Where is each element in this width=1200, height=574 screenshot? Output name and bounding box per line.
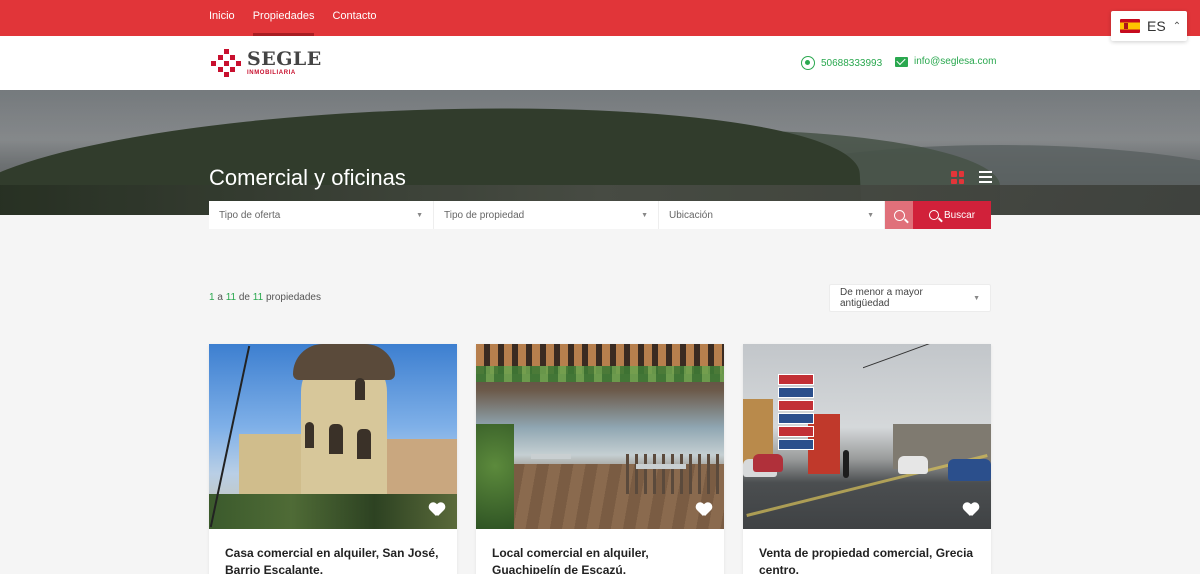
- sort-select[interactable]: De menor a mayor antigüedad ▼: [829, 284, 991, 312]
- top-navbar: [0, 0, 1200, 36]
- results-from: 1: [209, 292, 215, 303]
- logo-name: SEGLE: [247, 48, 322, 70]
- property-title[interactable]: Casa comercial en alquiler, San José, Ba…: [209, 529, 457, 574]
- advanced-search-button[interactable]: [885, 201, 913, 229]
- search-bar: Tipo de oferta ▼ Tipo de propiedad ▼ Ubi…: [209, 201, 991, 229]
- whatsapp-icon: [801, 56, 815, 70]
- favorite-heart-icon[interactable]: [696, 503, 712, 517]
- page-title: Comercial y oficinas: [209, 165, 406, 190]
- caret-down-icon: ▼: [973, 294, 980, 302]
- property-type-label: Tipo de propiedad: [444, 209, 525, 221]
- results-suffix: propiedades: [265, 292, 321, 303]
- property-card[interactable]: Local comercial en alquiler, Guachipelín…: [476, 344, 724, 574]
- property-title[interactable]: Venta de propiedad comercial, Grecia cen…: [743, 529, 991, 574]
- property-image[interactable]: [209, 344, 457, 529]
- offer-type-select[interactable]: Tipo de oferta ▼: [209, 201, 434, 229]
- favorite-heart-icon[interactable]: [429, 503, 445, 517]
- email-contact[interactable]: info@seglesa.com: [895, 56, 996, 67]
- grid-view-icon[interactable]: [951, 171, 964, 184]
- phone-contact[interactable]: 50688333993: [801, 56, 882, 70]
- location-select[interactable]: Ubicación ▼: [659, 201, 885, 229]
- email-address: info@seglesa.com: [914, 56, 997, 67]
- nav-contacto[interactable]: Contacto: [332, 0, 376, 36]
- location-label: Ubicación: [669, 209, 713, 221]
- zoom-search-icon: [893, 209, 905, 221]
- logo[interactable]: SEGLE INMOBILIARIA: [211, 49, 322, 77]
- spain-flag-icon: [1120, 19, 1140, 33]
- results-count: 1 a 11 de 11 propiedades: [209, 292, 321, 303]
- property-image[interactable]: [743, 344, 991, 529]
- search-icon: [928, 210, 939, 220]
- property-card[interactable]: Casa comercial en alquiler, San José, Ba…: [209, 344, 457, 574]
- language-selector[interactable]: ES ⌃: [1111, 11, 1187, 41]
- results-connector-a: a: [217, 292, 223, 303]
- chevron-up-icon: ⌃: [1172, 20, 1182, 32]
- nav-propiedades[interactable]: Propiedades: [252, 0, 314, 36]
- results-connector-de: de: [238, 292, 250, 303]
- language-label: ES: [1147, 18, 1166, 34]
- results-to: 11: [225, 292, 237, 303]
- search-button[interactable]: Buscar: [913, 201, 991, 229]
- sort-label: De menor a mayor antigüedad: [840, 287, 923, 309]
- offer-type-label: Tipo de oferta: [219, 209, 281, 221]
- phone-number: 50688333993: [821, 57, 883, 69]
- favorite-heart-icon[interactable]: [963, 503, 979, 517]
- logo-subtitle: INMOBILIARIA: [247, 70, 296, 76]
- mail-icon: [895, 56, 908, 67]
- search-button-label: Buscar: [943, 209, 976, 221]
- logo-mark-icon: [211, 49, 241, 77]
- property-image[interactable]: [476, 344, 724, 529]
- site-header: [0, 36, 1200, 90]
- caret-down-icon: ▼: [641, 211, 648, 219]
- caret-down-icon: ▼: [867, 211, 874, 219]
- property-type-select[interactable]: Tipo de propiedad ▼: [434, 201, 659, 229]
- nav-inicio[interactable]: Inicio: [209, 0, 235, 36]
- top-nav: Inicio Propiedades Contacto: [209, 0, 377, 36]
- hero-banner: [0, 90, 1200, 215]
- property-title[interactable]: Local comercial en alquiler, Guachipelín…: [476, 529, 724, 574]
- property-card[interactable]: Venta de propiedad comercial, Grecia cen…: [743, 344, 991, 574]
- list-view-icon[interactable]: [979, 171, 992, 183]
- results-total: 11: [252, 292, 264, 303]
- caret-down-icon: ▼: [416, 211, 423, 219]
